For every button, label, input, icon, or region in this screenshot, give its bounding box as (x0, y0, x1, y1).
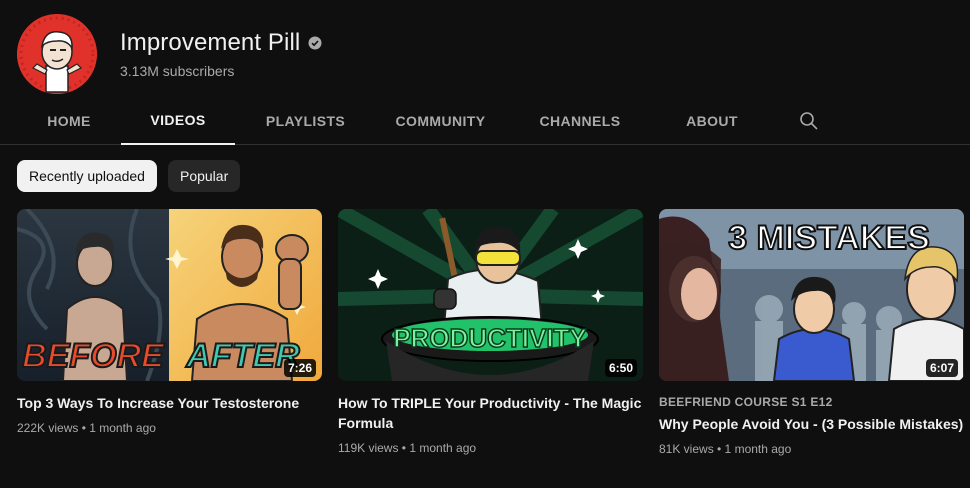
tab-community[interactable]: COMMUNITY (376, 97, 505, 144)
video-duration: 7:26 (283, 359, 316, 377)
video-thumbnail[interactable]: PRODUCTIVITY 6:50 (338, 209, 643, 381)
video-title[interactable]: Why People Avoid You - (3 Possible Mista… (659, 414, 964, 434)
thumbnail-3-mistakes: 3 MISTAKES (659, 209, 964, 381)
avatar-illustration (17, 14, 97, 94)
video-meta: 119K views • 1 month ago (338, 441, 477, 455)
video-thumbnail[interactable]: 3 MISTAKES 6:07 (659, 209, 964, 381)
channel-avatar[interactable] (17, 14, 97, 94)
thumb-text-before: BEFORE (22, 337, 165, 375)
thumb-text-after: AFTER (185, 337, 300, 375)
channel-tabs: HOME VIDEOS PLAYLISTS COMMUNITY CHANNELS… (17, 97, 970, 145)
chip-popular[interactable]: Popular (167, 160, 241, 192)
tab-videos[interactable]: VIDEOS (121, 97, 235, 145)
tab-playlists[interactable]: PLAYLISTS (235, 97, 376, 144)
thumbnail-productivity: PRODUCTIVITY (338, 209, 643, 381)
sort-chips: Recently uploaded Popular (17, 160, 241, 192)
search-icon (800, 111, 818, 130)
video-card[interactable]: 3 MISTAKES 6:07 BEEFRIEND COURSE S1 E12 … (659, 209, 964, 456)
video-card[interactable]: BEFORE AFTER 7:26 Top 3 Ways To Increase… (17, 209, 322, 456)
thumb-text-productivity: PRODUCTIVITY (393, 323, 587, 353)
video-duration: 6:50 (604, 359, 637, 377)
video-title[interactable]: Top 3 Ways To Increase Your Testosterone (17, 393, 322, 413)
channel-header: Improvement Pill 3.13M subscribers (17, 14, 322, 94)
tab-channels[interactable]: CHANNELS (505, 97, 655, 144)
channel-name[interactable]: Improvement Pill (120, 29, 300, 57)
channel-name-row: Improvement Pill (120, 29, 322, 57)
video-thumbnail[interactable]: BEFORE AFTER 7:26 (17, 209, 322, 381)
video-grid: BEFORE AFTER 7:26 Top 3 Ways To Increase… (17, 209, 964, 456)
video-meta: 81K views • 1 month ago (659, 442, 792, 456)
video-meta: 222K views • 1 month ago (17, 421, 156, 435)
search-button[interactable] (789, 97, 829, 144)
chip-recently-uploaded[interactable]: Recently uploaded (17, 160, 157, 192)
thumbnail-before-after: BEFORE AFTER (17, 209, 322, 381)
channel-meta: Improvement Pill 3.13M subscribers (120, 29, 322, 79)
video-duration: 6:07 (925, 359, 958, 377)
tab-about[interactable]: ABOUT (655, 97, 769, 144)
video-title[interactable]: How To TRIPLE Your Productivity - The Ma… (338, 393, 643, 433)
video-card[interactable]: PRODUCTIVITY 6:50 How To TRIPLE Your Pro… (338, 209, 643, 456)
subscriber-count: 3.13M subscribers (120, 63, 235, 79)
thumb-text-mistakes: 3 MISTAKES (728, 219, 930, 257)
tab-home[interactable]: HOME (17, 97, 121, 144)
verified-badge-icon (308, 36, 322, 50)
video-series-label[interactable]: BEEFRIEND COURSE S1 E12 (659, 395, 964, 409)
